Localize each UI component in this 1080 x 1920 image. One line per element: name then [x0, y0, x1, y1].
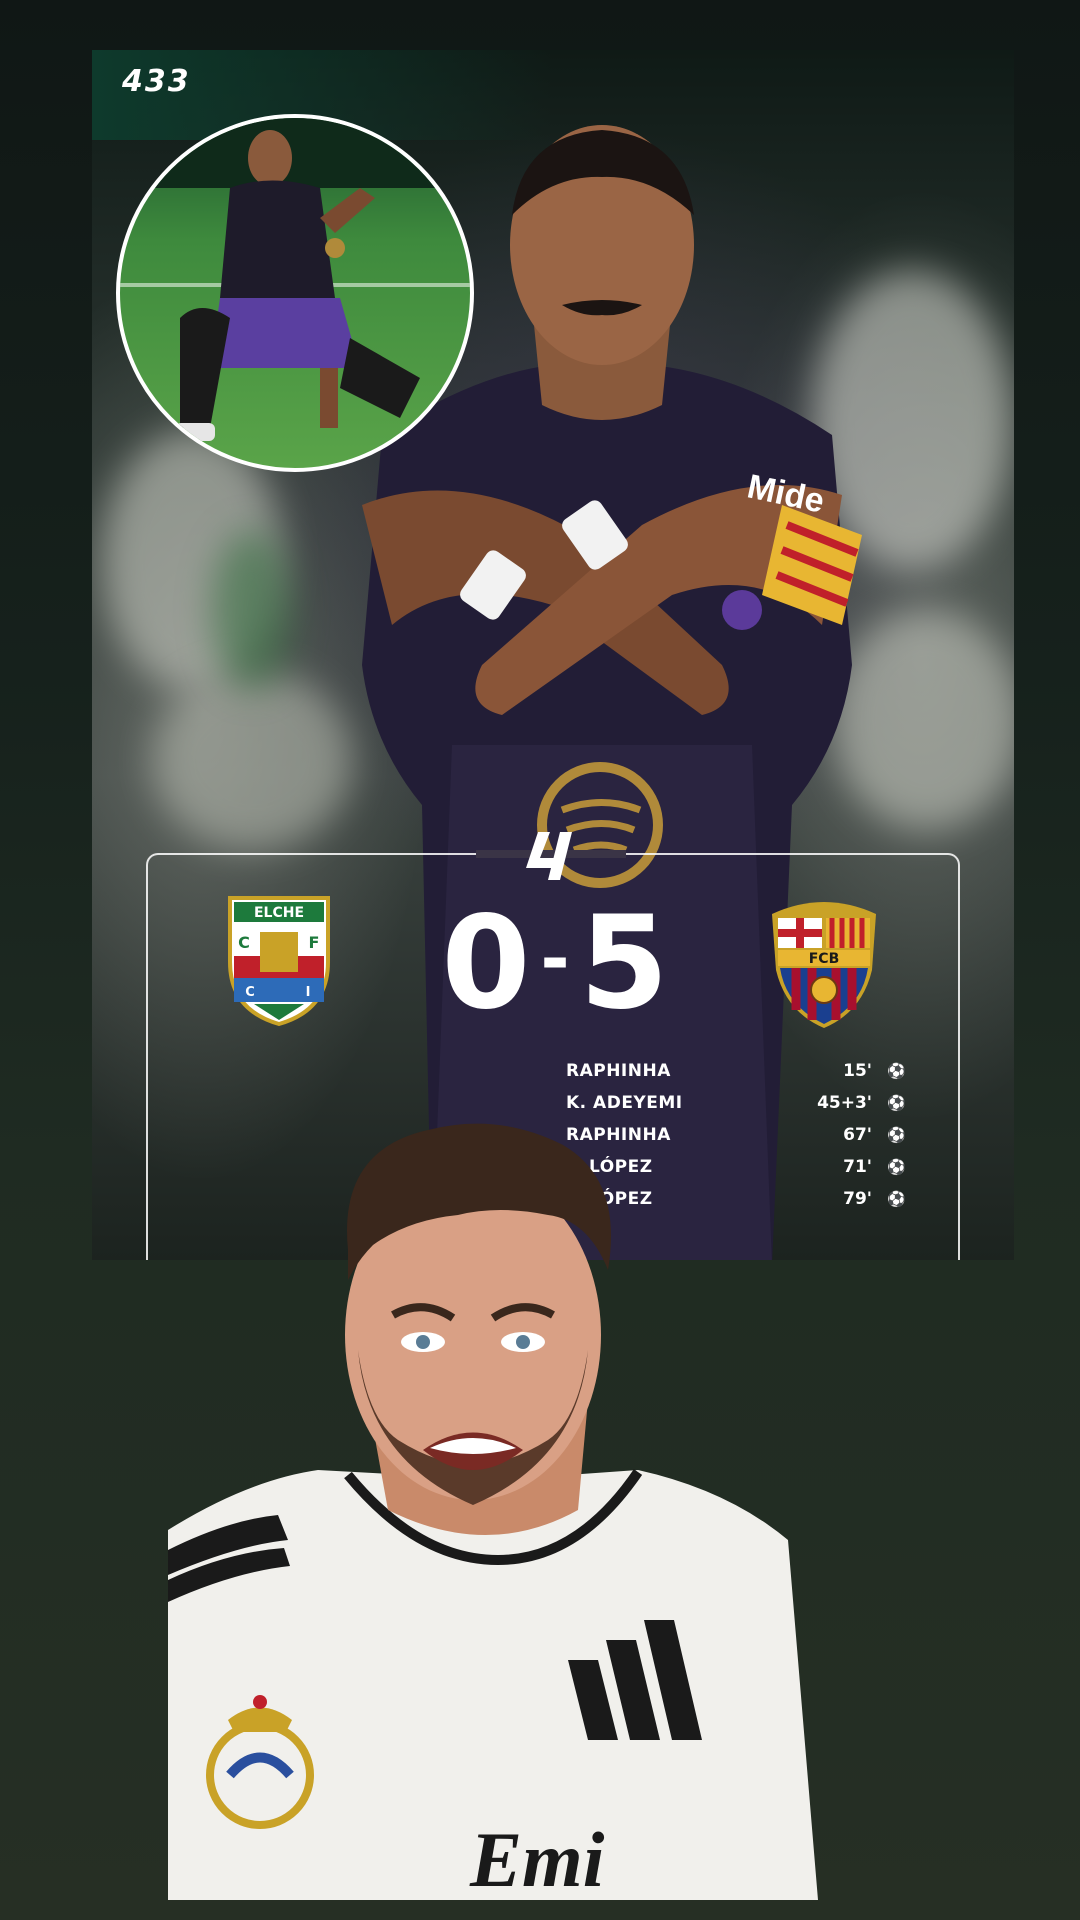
crowd-blur	[212, 530, 292, 690]
barcelona-crest-letters: FCB	[809, 951, 840, 967]
elche-crest-name: ELCHE	[254, 905, 304, 921]
elche-crest-letter-c: C	[238, 933, 250, 952]
goal-minute: 15'	[843, 1061, 872, 1081]
soccer-ball-icon: ⚽	[887, 1062, 906, 1080]
scorer-name: RAPHINHA	[566, 1061, 671, 1081]
elche-crest-letter-i: I	[306, 985, 311, 1000]
inset-player-graphic	[120, 118, 470, 441]
soccer-ball-icon: ⚽	[887, 1094, 906, 1112]
elche-crest-letter-c2: C	[245, 985, 255, 1000]
soccer-ball-icon: ⚽	[887, 1158, 906, 1176]
match-score: 0-5	[392, 900, 722, 1028]
home-score: 0	[441, 889, 535, 1038]
scorer-name: K. ADEYEMI	[566, 1093, 683, 1113]
soccer-ball-icon: ⚽	[887, 1190, 906, 1208]
score-card: 433 Mide ELCHE C F C I 0-5 FCB RAPHINHA …	[92, 50, 1014, 1260]
barcelona-crest: FCB	[772, 902, 876, 1028]
inset-photo	[116, 114, 474, 472]
away-score: 5	[579, 889, 673, 1038]
scorer-row: K. ADEYEMI 45+3' ⚽	[566, 1087, 906, 1119]
elche-crest-letter-f: F	[309, 933, 320, 952]
reaction-person	[168, 1123, 818, 1900]
elche-crest: ELCHE C F C I	[228, 896, 330, 1027]
soccer-ball-icon: ⚽	[887, 1126, 906, 1144]
score-separator: -	[540, 918, 574, 1000]
scorer-row: RAPHINHA 15' ⚽	[566, 1055, 906, 1087]
goal-minute: 45+3'	[817, 1093, 872, 1113]
brand-logo: 433	[122, 64, 191, 99]
laliga-logo	[526, 832, 572, 880]
reactor-shirt-sponsor: Emi	[470, 1816, 605, 1903]
